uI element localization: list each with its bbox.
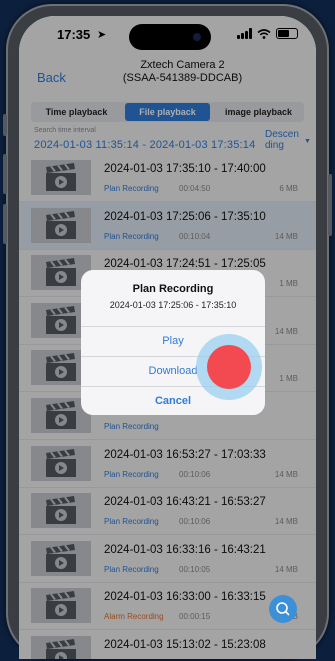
dialog-title: Plan Recording: [132, 283, 214, 295]
search-icon: [276, 602, 290, 616]
app-screen: 17:35 ➤ Back Zxtech Camera 2 (SSAA-54138…: [19, 16, 316, 659]
volume-down-button: [3, 204, 7, 244]
dialog-subtitle: 2024-01-03 17:25:06 - 17:35:10: [109, 300, 237, 310]
record-dot-icon: [207, 345, 251, 389]
volume-up-button: [3, 154, 7, 194]
record-button[interactable]: [196, 334, 262, 400]
mute-switch: [3, 114, 7, 136]
search-fab[interactable]: [269, 595, 297, 623]
power-button: [328, 174, 332, 236]
